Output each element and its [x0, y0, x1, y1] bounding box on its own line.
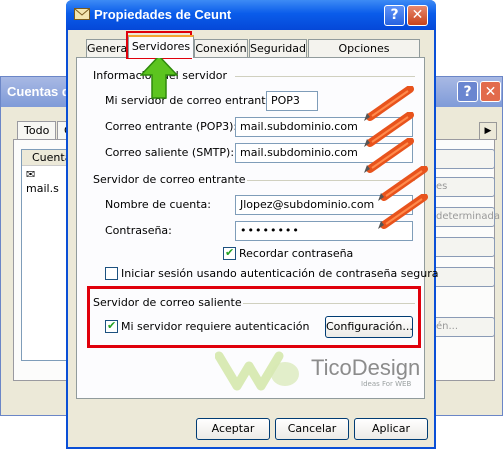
- background-side-button-5[interactable]: [431, 267, 495, 287]
- outgoing-auth-highlight: [87, 286, 421, 348]
- background-tab-scroll-right[interactable]: ▶: [479, 122, 497, 140]
- close-button[interactable]: ✕: [407, 5, 428, 26]
- remember-password-checkbox[interactable]: [223, 246, 236, 260]
- incoming-type-field[interactable]: POP3: [266, 91, 318, 111]
- background-side-button-6[interactable]: én...: [431, 317, 495, 337]
- apply-button[interactable]: Aplicar: [354, 418, 428, 440]
- ticodesign-logo-icon: [215, 351, 299, 391]
- background-help-button[interactable]: ?: [457, 81, 478, 102]
- dialog-title: Propiedades de Ceunt: [94, 7, 232, 22]
- background-close-button[interactable]: ✕: [480, 81, 501, 102]
- cancel-button[interactable]: Cancelar: [275, 418, 349, 440]
- tab-opciones-avanzadas[interactable]: Opciones avanzadas: [308, 39, 420, 72]
- watermark-tagline: Ideas For WEB: [361, 380, 412, 388]
- incoming-type-label: Mi servidor de correo entrante es: [105, 94, 289, 107]
- remember-password-label: Recordar contraseña: [239, 247, 354, 260]
- ok-button[interactable]: Aceptar: [196, 418, 270, 440]
- account-name-label: Nombre de cuenta:: [105, 198, 211, 211]
- group-divider: [235, 76, 415, 77]
- background-side-button-3[interactable]: determinada: [431, 207, 500, 227]
- background-account-list[interactable]: Cuenta ✉ mail.s: [21, 149, 71, 361]
- outgoing-server-label: Correo saliente (SMTP):: [105, 146, 235, 159]
- dialog-title-bar: Propiedades de Ceunt ? ✕: [66, 0, 436, 30]
- tab-conexion[interactable]: Conexión: [194, 39, 248, 57]
- mail-icon: [74, 8, 90, 20]
- password-label: Contraseña:: [105, 224, 172, 237]
- background-list-item-label: mail.s: [26, 182, 59, 195]
- tab-general[interactable]: General: [86, 39, 130, 57]
- incoming-server-heading: Servidor de correo entrante: [93, 173, 246, 186]
- secure-auth-label: Iniciar sesión usando autenticación de c…: [121, 267, 439, 280]
- background-tab-todo[interactable]: Todo: [17, 121, 57, 140]
- background-window-title: Cuentas d: [7, 84, 70, 99]
- background-side-button-2[interactable]: es: [431, 177, 495, 197]
- tab-seguridad[interactable]: Seguridad: [249, 39, 307, 57]
- help-button[interactable]: ?: [384, 5, 405, 26]
- background-list-item[interactable]: ✉ mail.s: [26, 168, 68, 196]
- up-arrow-icon: [140, 55, 178, 99]
- incoming-server-label: Correo entrante (POP3):: [105, 120, 238, 133]
- watermark-brand: TicoDesign: [311, 355, 421, 380]
- background-side-button-1[interactable]: [431, 149, 495, 169]
- background-list-header: Cuenta: [22, 150, 71, 166]
- tab-servidores[interactable]: Servidores: [128, 35, 194, 58]
- pencil-icon: [378, 194, 428, 229]
- background-side-button-4[interactable]: [431, 237, 495, 257]
- secure-auth-checkbox[interactable]: [105, 267, 118, 280]
- mail-account-icon: ✉: [26, 168, 36, 181]
